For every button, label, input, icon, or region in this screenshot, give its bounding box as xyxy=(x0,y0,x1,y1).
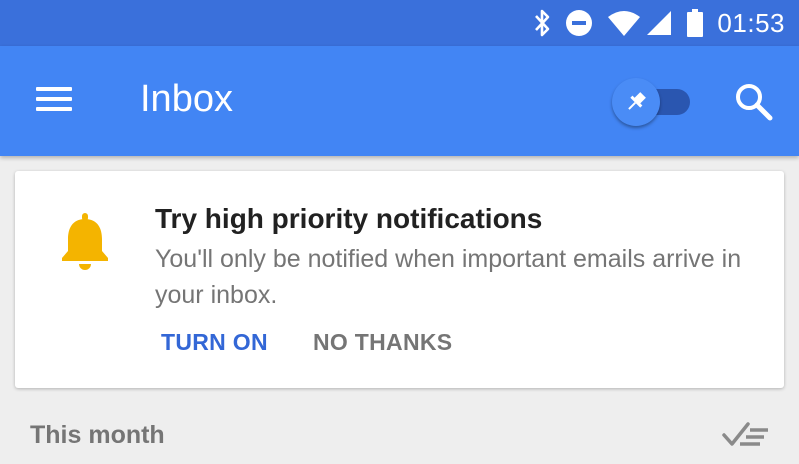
pin-icon xyxy=(628,92,646,110)
card-description: You'll only be notified when important e… xyxy=(155,245,742,309)
battery-icon xyxy=(687,9,704,37)
toggle-knob xyxy=(612,78,660,126)
no-thanks-button[interactable]: NO THANKS xyxy=(313,329,452,356)
app-bar: Inbox xyxy=(0,46,799,156)
bluetooth-icon xyxy=(533,9,551,37)
turn-on-button[interactable]: TURN ON xyxy=(161,329,268,356)
sweep-done-icon xyxy=(722,422,768,446)
section-header-this-month: This month xyxy=(30,421,165,449)
sweep-button[interactable] xyxy=(722,420,770,450)
search-button[interactable] xyxy=(734,82,774,122)
page-title: Inbox xyxy=(140,78,233,120)
card-title: Try high priority notifications xyxy=(155,203,543,234)
wifi-icon xyxy=(607,9,641,37)
bell-icon xyxy=(62,213,108,270)
menu-button[interactable] xyxy=(36,87,72,113)
status-clock: 01:53 xyxy=(717,7,785,38)
status-bar: 01:53 xyxy=(0,0,799,46)
priority-notifications-card: Try high priority notifications You'll o… xyxy=(15,171,784,388)
pin-toggle[interactable] xyxy=(612,78,692,126)
cell-signal-icon xyxy=(645,9,673,37)
search-icon xyxy=(736,84,773,121)
menu-icon xyxy=(36,87,72,111)
do-not-disturb-icon xyxy=(565,9,593,37)
